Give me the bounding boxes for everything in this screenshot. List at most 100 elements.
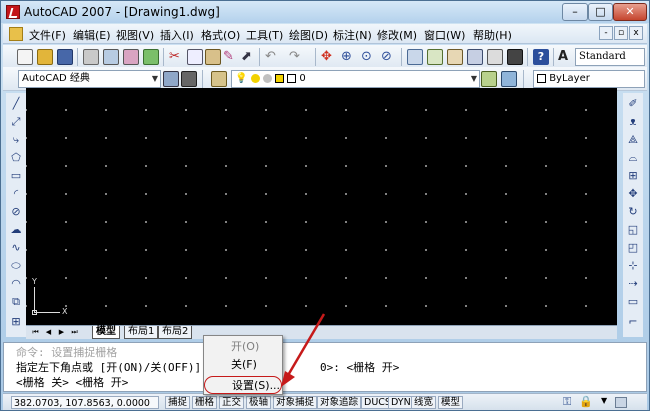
text-style-combo[interactable]: Standard (575, 48, 645, 66)
communication-icon[interactable]: ⚿ (563, 395, 571, 409)
model-button[interactable]: 模型 (438, 396, 464, 409)
construction-line-icon[interactable]: ⤢ (9, 115, 23, 129)
3d-dwf-icon[interactable] (143, 49, 159, 65)
drawing-canvas[interactable]: XY (26, 88, 617, 325)
tab-layout2[interactable]: 布局2 (158, 326, 193, 339)
menu-view[interactable]: 视图(V) (116, 27, 154, 43)
pan-icon[interactable]: ✥ (321, 49, 337, 65)
insert-block-icon[interactable]: ⧉ (9, 295, 23, 309)
layout-icon[interactable] (181, 71, 197, 87)
prev-tab-icon[interactable]: ◀ (43, 327, 54, 338)
layer-combo[interactable]: 💡 0 ▼ (231, 70, 480, 88)
osnap-button[interactable]: 对象捕捉 (273, 396, 318, 409)
polyline-icon[interactable]: ⤷ (9, 133, 23, 147)
rectangle-icon[interactable]: ▭ (9, 169, 23, 183)
copy-object-icon[interactable]: ᴥ (626, 115, 640, 129)
tab-layout1[interactable]: 布局1 (124, 326, 159, 339)
paste-icon[interactable] (205, 49, 221, 65)
menu-item-off[interactable]: 关(F) (204, 356, 282, 374)
last-tab-icon[interactable]: ⏭ (69, 327, 80, 338)
print-icon[interactable] (83, 49, 99, 65)
trim-icon[interactable]: ⊹ (626, 259, 640, 273)
sheet-set-icon[interactable] (467, 49, 483, 65)
save-icon[interactable] (57, 49, 73, 65)
copy-icon[interactable] (187, 49, 203, 65)
open-icon[interactable] (37, 49, 53, 65)
doc-restore-button[interactable]: ▫ (614, 26, 628, 40)
match-properties-icon[interactable]: ✎ (223, 49, 239, 65)
menu-draw[interactable]: 绘图(D) (289, 27, 328, 43)
cut-icon[interactable]: ✂ (169, 49, 185, 65)
layer-manager-icon[interactable] (211, 71, 227, 87)
otrack-button[interactable]: 对象追踪 (317, 396, 362, 409)
markup-icon[interactable] (487, 49, 503, 65)
menu-format[interactable]: 格式(O) (201, 27, 240, 43)
menu-edit[interactable]: 编辑(E) (73, 27, 111, 43)
menu-item-settings[interactable]: 设置(S)... (204, 376, 282, 394)
calculator-icon[interactable] (507, 49, 523, 65)
spline-icon[interactable]: ∿ (9, 241, 23, 255)
scale-icon[interactable]: ◱ (626, 223, 640, 237)
array-icon[interactable]: ⊞ (626, 169, 640, 183)
line-icon[interactable]: ╱ (9, 97, 23, 111)
revision-cloud-icon[interactable]: ☁ (9, 223, 23, 237)
chamfer-icon[interactable]: ⌐ (626, 315, 640, 329)
grid-button[interactable]: 栅格 (192, 396, 218, 409)
dyn-button[interactable]: DYN (388, 396, 414, 409)
zoom-window-icon[interactable]: ⊙ (361, 49, 377, 65)
next-tab-icon[interactable]: ▶ (56, 327, 67, 338)
workspace-combo[interactable]: AutoCAD 经典 ▼ (18, 70, 161, 88)
close-button[interactable]: ✕ (613, 3, 647, 21)
extend-icon[interactable]: ⇢ (626, 277, 640, 291)
polygon-icon[interactable]: ⬠ (9, 151, 23, 165)
ortho-button[interactable]: 正交 (219, 396, 245, 409)
make-layer-current-icon[interactable] (481, 71, 497, 87)
help-icon[interactable]: ? (533, 49, 549, 65)
new-icon[interactable] (17, 49, 33, 65)
menu-help[interactable]: 帮助(H) (473, 27, 512, 43)
publish-icon[interactable] (123, 49, 139, 65)
menu-tools[interactable]: 工具(T) (246, 27, 283, 43)
undo-icon[interactable]: ↶ (265, 49, 281, 65)
circle-icon[interactable]: ⊘ (9, 205, 23, 219)
ellipse-arc-icon[interactable]: ◠ (9, 277, 23, 291)
menu-insert[interactable]: 插入(I) (160, 27, 194, 43)
mirror-icon[interactable]: ⟁ (626, 133, 640, 147)
polar-button[interactable]: 极轴 (246, 396, 272, 409)
make-block-icon[interactable]: ⊞ (9, 315, 23, 329)
block-editor-icon[interactable]: ⬈ (241, 49, 257, 65)
text-style-icon[interactable]: A (558, 49, 574, 65)
clean-screen-icon[interactable] (615, 397, 627, 408)
stretch-icon[interactable]: ◰ (626, 241, 640, 255)
erase-icon[interactable]: ✐ (626, 97, 640, 111)
doc-close-button[interactable]: x (629, 26, 643, 40)
arc-icon[interactable]: ◜ (9, 187, 23, 201)
rotate-icon[interactable]: ↻ (626, 205, 640, 219)
redo-icon[interactable]: ↷ (289, 49, 305, 65)
menu-item-on[interactable]: 开(O) (204, 338, 282, 356)
move-icon[interactable]: ✥ (626, 187, 640, 201)
command-window[interactable]: 命令: 设置捕捉栅格 指定左下角点或 [开(ON)/关(OFF)] 0>: <栅… (3, 342, 647, 392)
design-center-icon[interactable] (427, 49, 443, 65)
ellipse-icon[interactable]: ⬭ (9, 259, 23, 273)
color-combo[interactable]: ByLayer (533, 70, 645, 88)
plot-preview-icon[interactable] (103, 49, 119, 65)
first-tab-icon[interactable]: ⏮ (30, 327, 41, 338)
menu-file[interactable]: 文件(F) (29, 27, 66, 43)
tool-palettes-icon[interactable] (447, 49, 463, 65)
snap-button[interactable]: 捕捉 (165, 396, 191, 409)
menu-dimension[interactable]: 标注(N) (333, 27, 372, 43)
minimize-button[interactable]: – (562, 3, 588, 21)
break-icon[interactable]: ▭ (626, 295, 640, 309)
offset-icon[interactable]: ⌓ (626, 151, 640, 165)
maximize-button[interactable]: □ (588, 3, 613, 21)
menu-window[interactable]: 窗口(W) (424, 27, 465, 43)
doc-minimize-button[interactable]: - (599, 26, 613, 40)
document-icon[interactable] (9, 27, 23, 41)
layer-previous-icon[interactable] (501, 71, 517, 87)
lineweight-button[interactable]: 线宽 (411, 396, 437, 409)
properties-icon[interactable] (407, 49, 423, 65)
zoom-previous-icon[interactable]: ⊘ (381, 49, 397, 65)
menu-modify[interactable]: 修改(M) (377, 27, 417, 43)
zoom-realtime-icon[interactable]: ⊕ (341, 49, 357, 65)
